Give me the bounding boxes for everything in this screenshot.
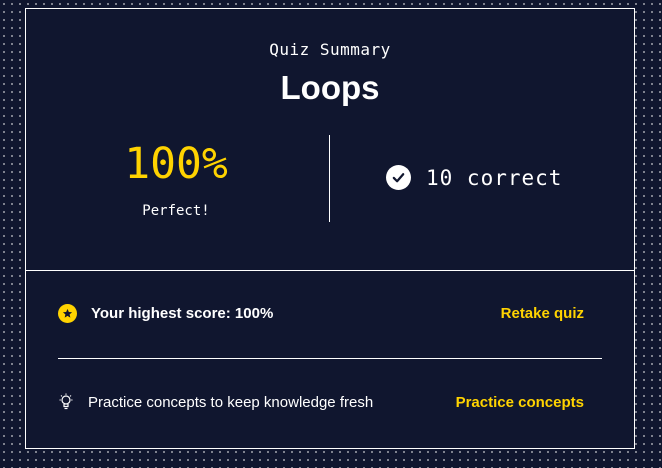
score-label: Perfect!: [142, 203, 210, 219]
quiz-title: Loops: [280, 69, 380, 106]
check-circle-icon: [386, 165, 411, 190]
highest-score-text: Your highest score: 100%: [91, 305, 274, 322]
highest-score-row: Your highest score: 100% Retake quiz: [58, 304, 584, 323]
lightbulb-icon: [58, 393, 74, 411]
vertical-divider: [329, 135, 330, 222]
row-divider: [58, 358, 602, 359]
summary-eyebrow: Quiz Summary: [269, 40, 391, 59]
summary-section: Quiz Summary Loops 100% Perfect! 10 corr…: [26, 9, 634, 270]
correct-text: 10 correct: [426, 165, 563, 190]
star-icon: [58, 304, 77, 323]
practice-row: Practice concepts to keep knowledge fres…: [58, 393, 584, 411]
correct-count: 10 correct: [386, 165, 562, 190]
score-percent: 100%: [124, 139, 228, 189]
practice-text: Practice concepts to keep knowledge fres…: [88, 393, 374, 411]
section-divider: [26, 270, 634, 271]
quiz-summary-card: Quiz Summary Loops 100% Perfect! 10 corr…: [25, 8, 635, 449]
retake-quiz-link[interactable]: Retake quiz: [501, 305, 584, 322]
practice-concepts-link[interactable]: Practice concepts: [456, 394, 584, 411]
